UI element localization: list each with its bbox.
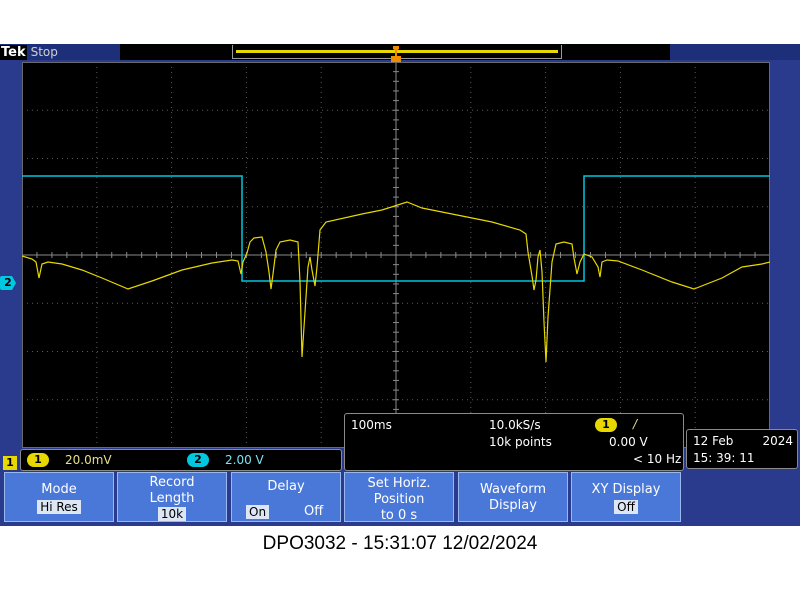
- mode-value: Hi Res: [37, 500, 81, 514]
- channel-scale-readout: 1 20.0mV 2 2.00 V: [20, 449, 342, 471]
- waveform-graticule: [22, 62, 770, 448]
- oscilloscope-screen: Tek Stop 2 1 1 20.0mV 2 2.00 V 100ms 10.0…: [0, 44, 800, 526]
- horiz-label-2: Position: [373, 492, 425, 507]
- sample-rate: 10.0kS/s: [489, 418, 541, 432]
- delay-on-option[interactable]: On: [246, 505, 270, 519]
- status-bar-right: [670, 44, 800, 60]
- date-year: 2024: [762, 434, 793, 448]
- xy-value: Off: [614, 500, 638, 514]
- empty-softkey: [686, 472, 800, 522]
- ch1-scale: 20.0mV: [65, 453, 112, 467]
- horiz-label-3: to 0 s: [380, 508, 418, 523]
- waveform-label-1: Waveform: [480, 482, 546, 497]
- brand-logo: Tek: [0, 45, 27, 60]
- softkey-menu: Mode Hi Res Record Length 10k Delay On O…: [0, 470, 800, 526]
- clock-time: 15: 39: 11: [693, 451, 755, 465]
- horiz-label-1: Set Horiz.: [367, 476, 431, 491]
- graticule-svg: [22, 62, 770, 448]
- ch2-scale: 2.00 V: [225, 453, 264, 467]
- record-length-softkey[interactable]: Record Length 10k: [117, 472, 227, 522]
- record-value: 10k: [157, 507, 187, 521]
- delay-softkey[interactable]: Delay On Off: [231, 472, 341, 522]
- screenshot-caption: DPO3032 - 15:31:07 12/02/2024: [262, 533, 538, 554]
- record-label-1: Record: [149, 475, 195, 490]
- record-points: 10k points: [489, 435, 552, 449]
- date-time-readout: 12 Feb 2024 15: 39: 11: [686, 429, 798, 469]
- record-label-2: Length: [149, 491, 195, 506]
- ch1-badge: 1: [27, 453, 49, 467]
- acquisition-status: Tek Stop: [0, 44, 58, 60]
- ch2-badge: 2: [187, 453, 209, 467]
- waveform-label-2: Display: [489, 498, 537, 513]
- ch1-ground-marker[interactable]: 1: [3, 456, 17, 470]
- set-horiz-position-softkey[interactable]: Set Horiz. Position to 0 s: [344, 472, 454, 523]
- run-state: Stop: [30, 45, 58, 59]
- ch2-ground-marker[interactable]: 2: [0, 276, 16, 290]
- horizontal-trigger-readout: 100ms 10.0kS/s 10k points 1 / 0.00 V < 1…: [344, 413, 684, 471]
- delay-label: Delay: [267, 479, 305, 494]
- waveform-display-softkey[interactable]: Waveform Display: [458, 472, 568, 522]
- xy-label: XY Display: [591, 482, 661, 497]
- mode-softkey[interactable]: Mode Hi Res: [4, 472, 114, 522]
- trigger-level: 0.00 V: [609, 435, 648, 449]
- mode-label: Mode: [41, 482, 77, 497]
- xy-display-softkey[interactable]: XY Display Off: [571, 472, 681, 522]
- trigger-slope-icon: /: [633, 417, 638, 431]
- status-bar: Tek Stop: [0, 44, 800, 64]
- date-day-month: 12 Feb: [693, 434, 734, 448]
- delay-off-option[interactable]: Off: [304, 504, 323, 519]
- trigger-source-badge: 1: [595, 418, 617, 432]
- time-per-division: 100ms: [351, 418, 392, 432]
- trigger-frequency: < 10 Hz: [633, 452, 682, 466]
